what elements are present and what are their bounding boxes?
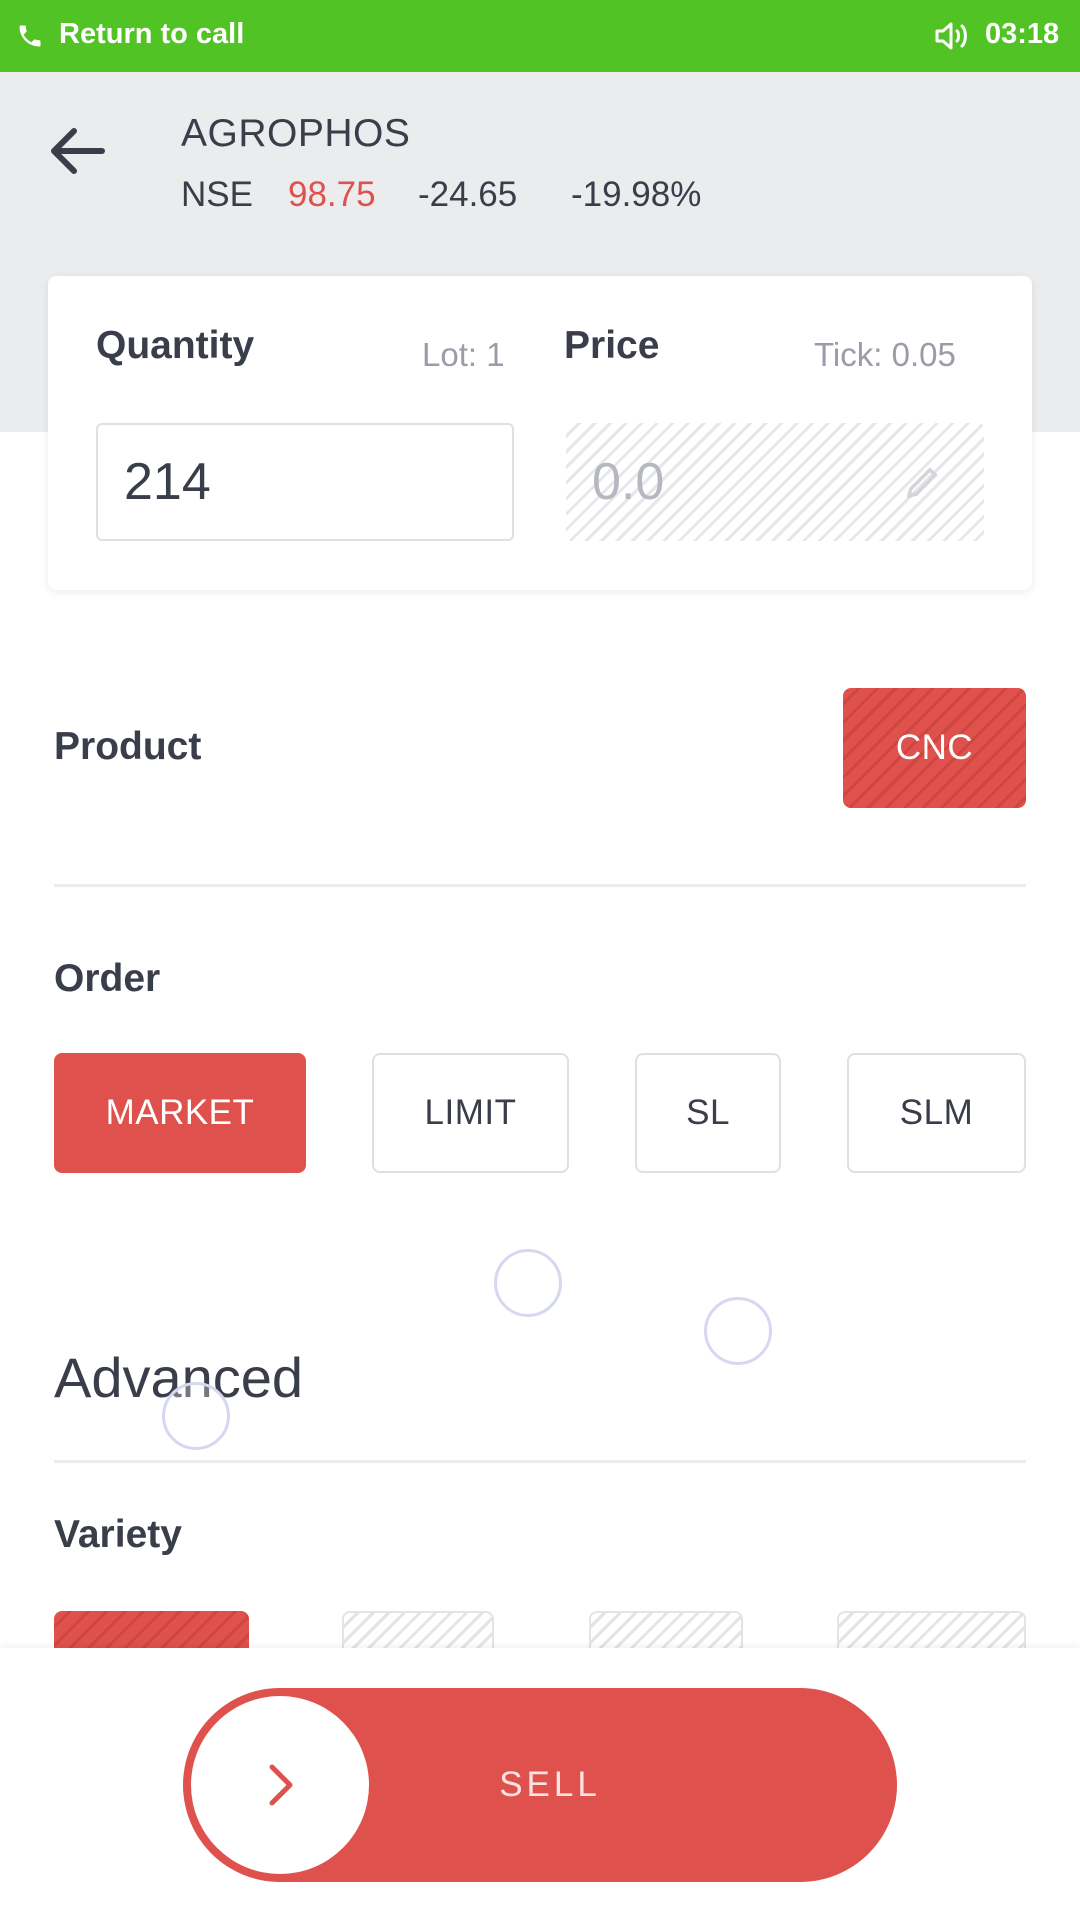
- price-change: -24.65: [418, 175, 518, 214]
- divider: [54, 1460, 1026, 1463]
- quantity-input[interactable]: 214: [96, 423, 514, 541]
- phone-icon: [19, 25, 41, 47]
- instrument-symbol: AGROPHOS: [181, 112, 411, 155]
- speaker-icon: [935, 22, 967, 50]
- pencil-icon: [906, 467, 938, 499]
- divider: [54, 884, 1026, 887]
- order-slm-button[interactable]: SLM: [847, 1053, 1026, 1173]
- exchange-label: NSE: [181, 175, 253, 214]
- price-label: Price: [564, 324, 660, 367]
- call-duration: 03:18: [985, 18, 1060, 50]
- price-value: 0.0: [592, 453, 665, 511]
- return-to-call-label: Return to call: [59, 18, 245, 50]
- slider-knob[interactable]: [191, 1696, 369, 1874]
- product-cnc-button[interactable]: CNC: [843, 688, 1026, 808]
- quantity-label: Quantity: [96, 324, 255, 367]
- lot-size-label: Lot: 1: [422, 336, 505, 373]
- last-traded-price: 98.75: [288, 175, 376, 214]
- product-label: Product: [54, 725, 202, 768]
- back-arrow-icon[interactable]: [46, 120, 108, 182]
- variety-label: Variety: [54, 1513, 182, 1556]
- touch-indicator: [494, 1249, 562, 1317]
- order-market-button[interactable]: MARKET: [54, 1053, 306, 1173]
- order-sl-button[interactable]: SL: [635, 1053, 781, 1173]
- return-to-call-bar[interactable]: Return to call 03:18: [0, 0, 1080, 72]
- tick-size-label: Tick: 0.05: [814, 336, 956, 373]
- price-input: 0.0: [566, 423, 984, 541]
- swipe-to-sell-slider[interactable]: SELL: [183, 1688, 897, 1882]
- touch-indicator: [704, 1297, 772, 1365]
- quantity-price-card: Quantity Lot: 1 Price Tick: 0.05 214 0.0: [48, 276, 1032, 590]
- order-limit-button[interactable]: LIMIT: [372, 1053, 569, 1173]
- touch-indicator: [162, 1382, 230, 1450]
- order-label: Order: [54, 957, 161, 1000]
- chevron-right-icon: [269, 1764, 293, 1806]
- price-change-percent: -19.98%: [571, 175, 702, 214]
